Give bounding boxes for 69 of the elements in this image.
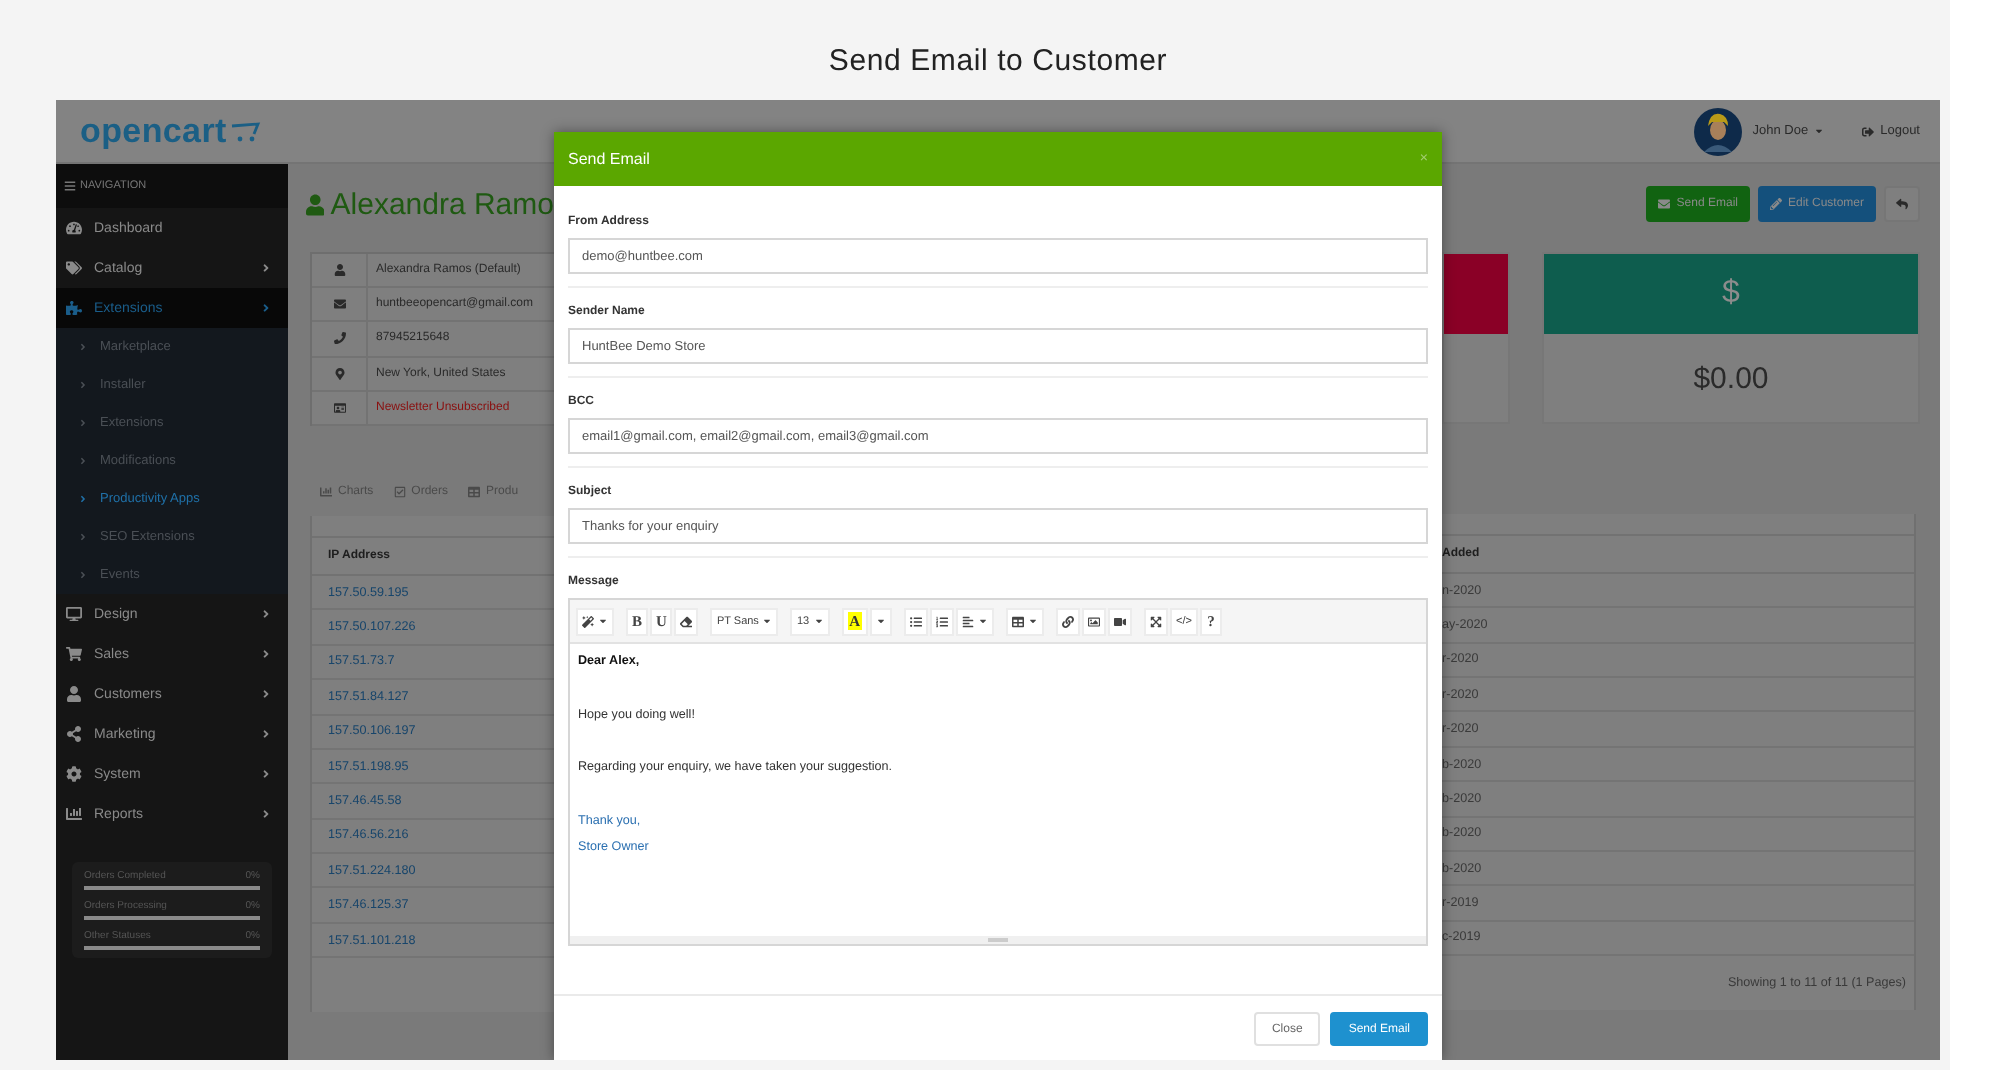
chevron-icon [78, 494, 88, 504]
caret-icon [875, 616, 886, 626]
caret-icon [762, 616, 773, 626]
caret-icon [813, 616, 824, 626]
chevron-icon [78, 418, 88, 428]
monitor-icon [66, 606, 82, 622]
chevron-icon [78, 570, 88, 580]
link-icon[interactable] [1055, 607, 1080, 635]
cart-icon [230, 121, 263, 141]
share-icon [66, 726, 82, 742]
envelope-icon [1658, 198, 1671, 210]
map-pin-icon [333, 367, 345, 380]
table-icon [468, 485, 481, 498]
chevron-icon [260, 302, 272, 314]
table-dropdown[interactable] [1005, 607, 1044, 635]
align-dropdown[interactable] [955, 607, 994, 635]
style-button[interactable] [576, 607, 614, 635]
align-icon [961, 615, 974, 627]
settings-icon [66, 766, 82, 782]
chevron-icon [78, 532, 88, 542]
pencil-icon [1769, 198, 1782, 210]
image-icon[interactable] [1081, 607, 1106, 635]
user-icon [333, 264, 345, 277]
bar-chart-icon [320, 485, 332, 498]
bar-chart-icon [66, 806, 82, 822]
table-icon [1011, 615, 1024, 627]
logo: opencart [80, 111, 227, 151]
chevron-icon [78, 342, 88, 352]
user-icon [66, 686, 82, 702]
caret-icon [598, 616, 608, 626]
video-icon[interactable] [1107, 607, 1132, 635]
magic-wand-icon [582, 615, 594, 627]
cart-icon [66, 646, 82, 662]
user-icon [306, 191, 325, 217]
phone-icon [333, 332, 345, 345]
chevron-icon [260, 728, 272, 740]
puzzle-icon [66, 300, 82, 316]
chevron-icon [260, 262, 272, 274]
chevron-icon [78, 380, 88, 390]
numbered-list-icon[interactable] [929, 607, 954, 635]
card-symbol: $ [1722, 276, 1740, 312]
page-title: Send Email to Customer [828, 43, 1168, 77]
checkbox-icon [393, 485, 406, 498]
dialog-title: Send Email [568, 150, 650, 168]
chevron-icon [260, 648, 272, 660]
caret-icon [1027, 616, 1038, 626]
id-card-icon [333, 401, 345, 414]
tags-icon [66, 260, 82, 276]
customer-name: Alexandra Ramo [330, 187, 554, 221]
gauge-icon [66, 220, 82, 236]
menu-icon [64, 180, 76, 192]
chevron-icon [260, 808, 272, 820]
chevron-icon [260, 608, 272, 620]
envelope-icon [333, 298, 345, 311]
eraser-icon[interactable] [674, 607, 699, 635]
chevron-icon [260, 768, 272, 780]
reply-arrow-icon [1896, 198, 1908, 210]
chevron-icon [78, 456, 88, 466]
fullscreen-icon[interactable] [1143, 607, 1168, 635]
caret-icon [1814, 126, 1825, 136]
avatar-icon [1694, 107, 1743, 155]
bullet-list-icon[interactable] [903, 607, 928, 635]
chevron-icon [260, 688, 272, 700]
color-dropdown[interactable] [869, 607, 892, 635]
logout-icon [1862, 125, 1875, 137]
resize-handle[interactable] [988, 938, 1008, 942]
caret-icon [977, 616, 988, 626]
back-button[interactable] [1884, 186, 1920, 222]
card-value: $0.00 [1693, 361, 1769, 395]
